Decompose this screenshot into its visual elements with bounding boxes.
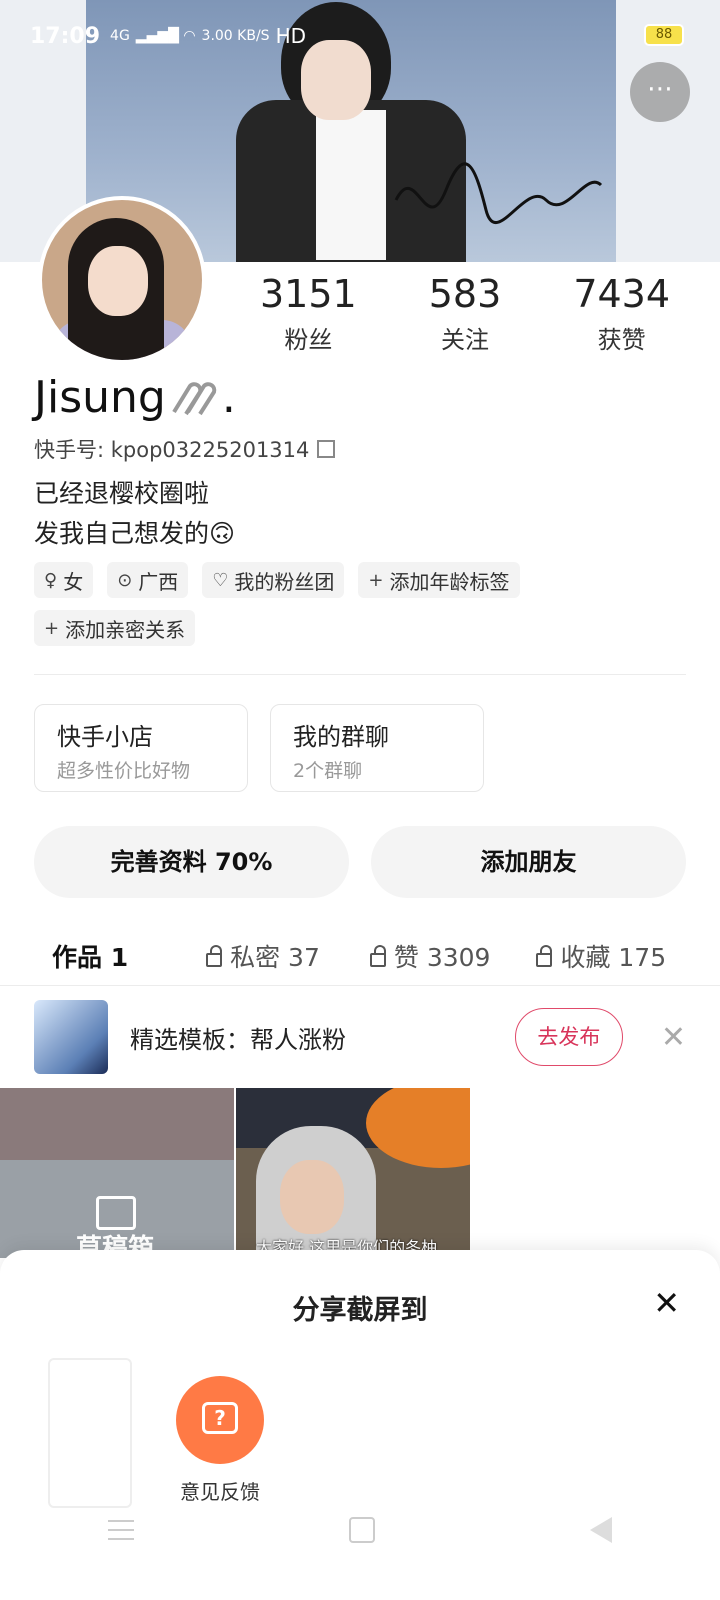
tag-label: 添加年龄标签 [389,569,510,594]
publish-button[interactable]: 去发布 [514,1008,623,1066]
stat-label: 获赞 [597,326,646,354]
back-icon[interactable] [590,1517,613,1543]
card-subtitle: 2个群聊 [293,760,363,782]
video-tile[interactable]: 大家好 这里是你们的冬柚 [236,1088,470,1258]
video-grid: 草稿箱 大家好 这里是你们的冬柚 [0,1088,720,1258]
tab-label: 私密 37 [230,943,320,972]
tag-gender[interactable]: ♀ 女 [34,562,94,598]
gender-female-icon: ♀ [44,569,58,591]
add-friend-button[interactable]: 添加朋友 [371,826,686,898]
kuaishou-id[interactable]: 快手号: kpop03225201314 [34,434,336,464]
avatar[interactable] [38,196,206,364]
tag-label: 女 [63,569,84,594]
card-title: 我的群聊 [293,723,389,751]
lock-icon [206,945,223,967]
card-subtitle: 超多性价比好物 [57,760,191,782]
status-bar: 17:09 4G ▂▄▆█ ◠ 3.00 KB/S HD [0,0,720,72]
tag-location[interactable]: ⊙ 广西 [107,562,189,598]
stat-following[interactable]: 583 关注 [387,272,544,355]
stat-followers[interactable]: 3151 粉丝 [230,272,387,355]
promo-text: 精选模板：帮人涨粉 [130,1025,346,1054]
sheet-title: 分享截屏到 [292,1295,428,1326]
plus-icon: + [44,617,60,639]
close-icon[interactable]: ✕ [653,1284,680,1322]
more-options-button[interactable]: ⋯ [630,62,690,122]
tag-label: 添加亲密关系 [65,617,186,642]
content-tabs: 作品 1 私密 37 赞 3309 收藏 175 [0,928,720,984]
tag-label: 广西 [138,569,179,594]
feedback-icon: ? [202,1402,238,1434]
signature-image [394,162,603,225]
promo-thumbnail[interactable] [34,1000,108,1074]
tab-works[interactable]: 作品 1 [52,938,128,974]
menu-icon[interactable] [107,1520,134,1540]
tag-add-age[interactable]: + 添加年龄标签 [358,562,520,598]
tag-fan-club[interactable]: ♡ 我的粉丝团 [202,562,345,598]
stat-number: 3151 [259,272,357,316]
location-icon: ⊙ [117,569,133,591]
lock-icon [536,945,553,967]
profile-name: Jisung . [34,372,236,423]
qr-code-icon[interactable] [317,440,336,458]
kuaishou-id-text: 快手号: kpop03225201314 [34,438,310,462]
feedback-button[interactable]: ? [176,1376,264,1464]
profile-tags: ♀ 女 ⊙ 广西 ♡ 我的粉丝团 + 添加年龄标签 + 添加亲密关系 [34,562,694,646]
home-icon[interactable] [348,1517,375,1543]
lock-icon [369,945,386,967]
tab-liked[interactable]: 赞 3309 [369,938,491,974]
stat-number: 7434 [573,272,671,316]
card-title: 快手小店 [57,723,153,751]
signal-icon: 4G ▂▄▆█ [110,28,179,44]
tab-private[interactable]: 私密 37 [206,938,320,974]
tag-add-relationship[interactable]: + 添加亲密关系 [34,610,196,646]
bio-line: 已经退樱校圈啦 [34,479,210,508]
drafts-tile[interactable]: 草稿箱 [0,1088,234,1258]
paperclip-icon [172,381,217,415]
profile-stats: 3151 粉丝 583 关注 7434 获赞 [230,272,700,355]
shop-card[interactable]: 快手小店 超多性价比好物 [34,704,248,792]
stat-label: 关注 [441,326,489,354]
stat-number: 583 [428,272,502,316]
system-nav-bar [0,1500,720,1560]
profile-actions: 完善资料 70% 添加朋友 [34,826,686,898]
status-time: 17:09 [30,23,101,49]
complete-profile-button[interactable]: 完善资料 70% [34,826,349,898]
stat-label: 粉丝 [284,326,333,354]
folder-icon [96,1196,136,1230]
wifi-icon: ◠ 3.00 KB/S [178,28,270,44]
bio-line: 发我自己想发的🙃 [34,519,236,548]
tab-label: 赞 3309 [393,943,491,972]
profile-name-text: Jisung [34,372,166,423]
plus-icon: + [368,569,384,591]
profile-name-suffix: . [221,372,236,423]
tab-label: 收藏 175 [560,943,667,972]
tab-label: 作品 1 [52,943,129,972]
heart-icon: ♡ [212,569,229,591]
hd-label: HD [275,24,307,48]
template-promo: 精选模板：帮人涨粉 去发布 ✕ [0,986,720,1088]
close-icon[interactable]: ✕ [661,1020,686,1055]
profile-bio: 已经退樱校圈啦 发我自己想发的🙃 [34,474,235,554]
tab-favorites[interactable]: 收藏 175 [536,938,666,974]
divider [34,674,686,675]
screenshot-preview[interactable] [48,1358,132,1508]
tag-label: 我的粉丝团 [234,569,335,594]
stat-likes[interactable]: 7434 获赞 [543,272,700,355]
group-chat-card[interactable]: 我的群聊 2个群聊 [270,704,484,792]
feature-cards: 快手小店 超多性价比好物 我的群聊 2个群聊 [34,704,484,792]
